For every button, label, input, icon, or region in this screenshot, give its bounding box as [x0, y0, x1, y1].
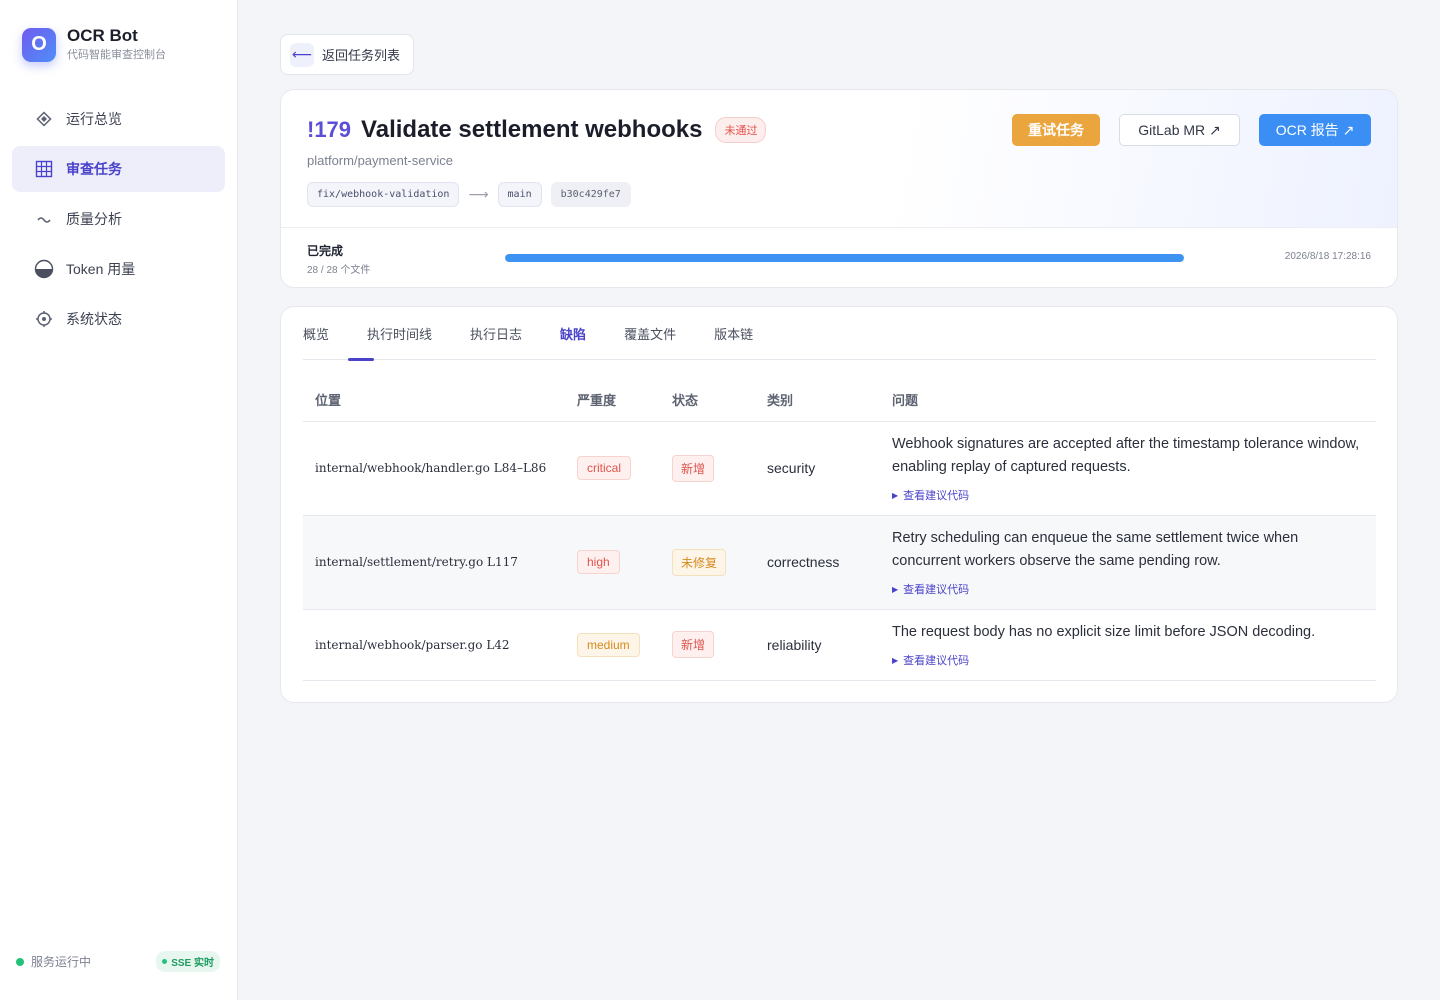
back-button-label: 返回任务列表: [322, 48, 401, 63]
completed-timestamp: 2026/8/18 17:28:16: [1284, 251, 1371, 262]
view-suggested-code-label: 查看建议代码: [903, 655, 970, 667]
back-to-task-list-button[interactable]: ⟵ 返回任务列表: [280, 34, 415, 75]
progress-label: 已完成: [307, 244, 344, 258]
service-status: 服务运行中 SSE 实时: [16, 951, 220, 972]
severity-badge: medium: [577, 632, 640, 657]
defects-table: 位置 严重度 状态 类别 问题 internal/webhook/handler…: [303, 379, 1376, 681]
defect-location: internal/webhook/parser.go L42: [315, 637, 510, 652]
defect-description: Retry scheduling can enqueue the same se…: [892, 530, 1299, 569]
view-suggested-code-label: 查看建议代码: [903, 584, 970, 596]
merge-request-header-card: !179 Validate settlement webhooks 未通过 pl…: [280, 89, 1398, 288]
sse-badge: SSE 实时: [156, 951, 220, 972]
repository-path: platform/payment-service: [307, 153, 453, 168]
detail-tabs: 概览 执行时间线 执行日志 缺陷 覆盖文件 版本链: [303, 307, 1376, 361]
arrow-right-icon: ⟶: [468, 186, 489, 202]
tab-version-chain[interactable]: 版本链: [714, 307, 753, 360]
branch-row: fix/webhook-validation ⟶ main b30c429fe7: [307, 182, 631, 207]
gear-icon: [34, 309, 54, 329]
defect-category: reliability: [755, 609, 880, 681]
mr-title-row: !179 Validate settlement webhooks 未通过: [307, 116, 767, 144]
sse-dot-icon: [162, 959, 168, 964]
progress-bar-fill: [505, 254, 1184, 262]
caret-right-icon: ▶: [892, 655, 899, 665]
sidebar-item-system-status[interactable]: 系统状态: [12, 296, 225, 342]
page-title: Validate settlement webhooks: [361, 116, 703, 143]
table-row: internal/webhook/parser.go L42 medium 新增…: [303, 609, 1376, 681]
tab-scroll-indicator: [348, 358, 374, 361]
sidebar: O OCR Bot 代码智能审查控制台 运行总览 审查任务 质量分析 Token…: [0, 0, 238, 1000]
target-branch-chip: main: [497, 182, 542, 207]
severity-badge: critical: [577, 456, 632, 480]
view-suggested-code-toggle[interactable]: ▶ 查看建议代码: [892, 581, 1364, 597]
sidebar-nav: 运行总览 审查任务 质量分析 Token 用量 系统状态: [12, 96, 225, 346]
merge-request-summary: !179 Validate settlement webhooks 未通过 pl…: [281, 90, 1397, 228]
brand-logo: O: [22, 27, 56, 62]
column-header-category: 类别: [755, 379, 880, 422]
gitlab-mr-button[interactable]: GitLab MR ↗: [1119, 114, 1240, 146]
source-branch-chip: fix/webhook-validation: [307, 182, 460, 207]
defect-description: The request body has no explicit size li…: [892, 624, 1316, 640]
status-badge: 未通过: [715, 117, 767, 143]
view-suggested-code-label: 查看建议代码: [903, 490, 970, 502]
defect-status-badge: 新增: [672, 454, 715, 482]
wave-icon: [34, 209, 54, 229]
commit-hash-chip: b30c429fe7: [550, 182, 631, 207]
brand-subtitle: 代码智能审查控制台: [67, 49, 166, 61]
service-status-text: 服务运行中: [31, 955, 92, 969]
progress-count: 28 / 28 个文件: [307, 265, 371, 276]
caret-right-icon: ▶: [892, 584, 899, 594]
ocr-report-button[interactable]: OCR 报告 ↗: [1259, 114, 1371, 146]
diamond-icon: [34, 109, 54, 129]
brand-text: OCR Bot 代码智能审查控制台: [67, 26, 166, 63]
severity-badge: high: [577, 550, 620, 574]
tab-defects[interactable]: 缺陷: [560, 307, 586, 360]
view-suggested-code-toggle[interactable]: ▶ 查看建议代码: [892, 652, 1364, 668]
sidebar-item-quality[interactable]: 质量分析: [12, 196, 225, 242]
table-row: internal/webhook/handler.go L84–L86 crit…: [303, 421, 1376, 516]
tab-timeline[interactable]: 执行时间线: [367, 307, 432, 360]
defect-category: correctness: [755, 515, 880, 610]
sse-badge-text: SSE 实时: [171, 958, 214, 969]
view-suggested-code-toggle[interactable]: ▶ 查看建议代码: [892, 487, 1364, 503]
column-header-status: 状态: [660, 379, 755, 422]
task-detail-card: 概览 执行时间线 执行日志 缺陷 覆盖文件 版本链 位置 严重度 状态 类别 问…: [280, 306, 1398, 703]
defect-location: internal/webhook/handler.go L84–L86: [315, 461, 547, 475]
defect-status-badge: 未修复: [672, 548, 727, 576]
status-dot-icon: [16, 957, 24, 966]
sidebar-item-label: 系统状态: [66, 311, 122, 327]
tab-overview[interactable]: 概览: [303, 307, 329, 360]
sidebar-item-overview[interactable]: 运行总览: [12, 96, 225, 142]
defect-description: Webhook signatures are accepted after th…: [892, 436, 1360, 475]
defect-status-badge: 新增: [672, 631, 715, 658]
retry-task-button[interactable]: 重试任务: [1012, 114, 1100, 146]
column-header-location: 位置: [303, 379, 565, 422]
defect-location: internal/settlement/retry.go L117: [315, 555, 518, 569]
sidebar-item-label: 审查任务: [66, 161, 122, 177]
brand[interactable]: O OCR Bot 代码智能审查控制台: [22, 26, 166, 63]
progress-bar: [505, 254, 1184, 262]
column-header-severity: 严重度: [565, 379, 660, 422]
service-status-indicator: 服务运行中: [16, 953, 91, 970]
header-actions: 重试任务 GitLab MR ↗ OCR 报告 ↗: [993, 114, 1371, 146]
arrow-left-icon: ⟵: [290, 42, 314, 67]
brand-title: OCR Bot: [67, 26, 138, 45]
tab-logs[interactable]: 执行日志: [470, 307, 522, 360]
tab-covered-files[interactable]: 覆盖文件: [624, 307, 676, 360]
half-circle-icon: [34, 259, 54, 279]
sidebar-item-label: 运行总览: [66, 111, 122, 127]
sidebar-item-label: 质量分析: [66, 211, 122, 227]
sidebar-item-review-tasks[interactable]: 审查任务: [12, 146, 225, 192]
grid-icon: [34, 159, 54, 179]
defect-category: security: [755, 421, 880, 516]
progress-section: 已完成 28 / 28 个文件 2026/8/18 17:28:16: [281, 228, 1397, 287]
caret-right-icon: ▶: [892, 490, 899, 500]
table-row: internal/settlement/retry.go L117 high 未…: [303, 515, 1376, 610]
sidebar-item-label: Token 用量: [66, 261, 136, 277]
table-header-row: 位置 严重度 状态 类别 问题: [303, 379, 1376, 422]
mr-id: !179: [307, 117, 352, 142]
column-header-issue: 问题: [880, 379, 1376, 422]
sidebar-item-token-usage[interactable]: Token 用量: [12, 246, 225, 292]
